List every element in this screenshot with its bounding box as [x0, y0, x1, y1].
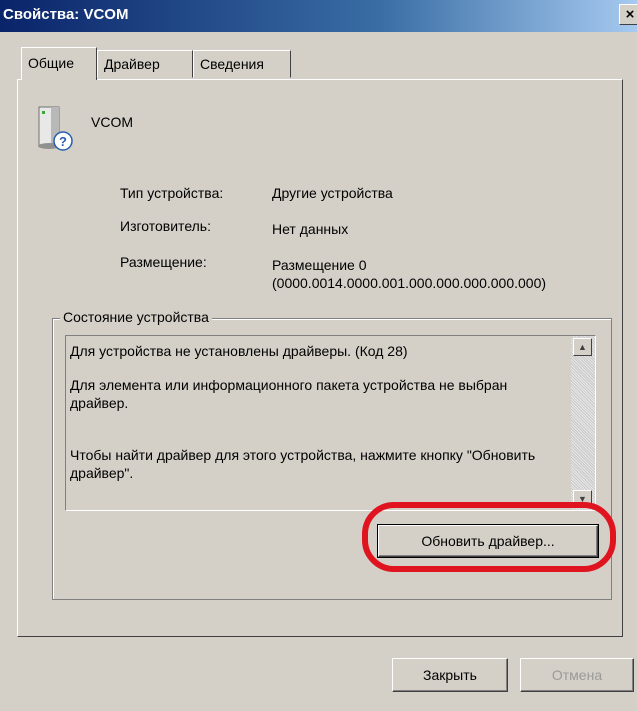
device-status-textbox[interactable]: Для устройства не установлены драйверы. …: [65, 335, 596, 511]
properties-dialog: Свойства: VCOM × Общие Драйвер Сведения …: [0, 0, 637, 711]
manufacturer-value: Нет данных: [272, 221, 349, 237]
close-button[interactable]: Закрыть: [392, 658, 508, 692]
manufacturer-label: Изготовитель:: [120, 218, 211, 234]
status-scrollbar[interactable]: ▲ ▼: [571, 336, 595, 510]
location-value-line2: (0000.0014.0000.001.000.000.000.000.000): [272, 275, 547, 291]
device-name: VCOM: [91, 114, 133, 130]
status-line-2: Для элемента или информационного пакета …: [70, 377, 508, 411]
device-type-label: Тип устройства:: [120, 185, 224, 201]
device-status-title: Состояние устройства: [60, 309, 212, 325]
scroll-up-icon[interactable]: ▲: [573, 338, 592, 356]
status-line-1: Для устройства не установлены драйверы. …: [70, 343, 408, 359]
device-status-text: Для устройства не установлены драйверы. …: [70, 342, 565, 482]
unknown-device-icon: ?: [38, 106, 73, 151]
status-line-3: Чтобы найти драйвер для этого устройства…: [70, 447, 536, 481]
svg-text:?: ?: [59, 134, 67, 149]
highlight-annotation: [362, 502, 616, 572]
cancel-button[interactable]: Отмена: [520, 658, 634, 692]
device-type-value: Другие устройства: [272, 185, 393, 201]
location-label: Размещение:: [120, 254, 207, 270]
location-value-line1: Размещение 0: [272, 257, 367, 273]
